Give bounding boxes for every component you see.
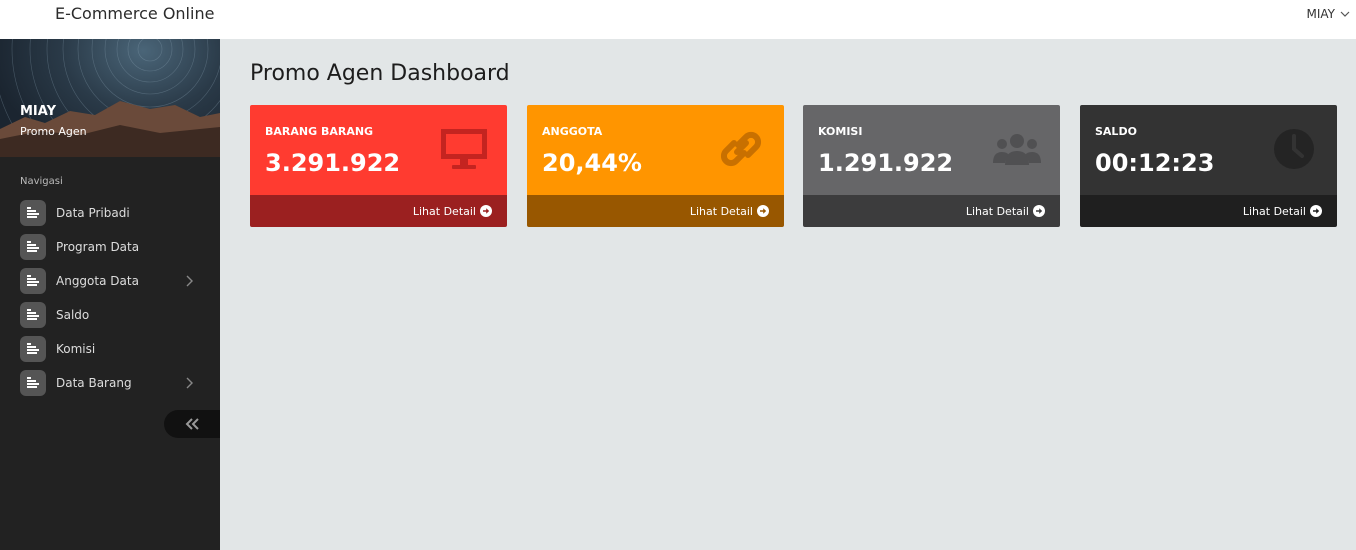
brand-title[interactable]: E-Commerce Online: [55, 4, 214, 23]
card-detail-link[interactable]: Lihat Detail: [803, 195, 1060, 227]
card-detail-link[interactable]: Lihat Detail: [527, 195, 784, 227]
list-icon: [20, 336, 46, 362]
card-label: SALDO: [1095, 125, 1137, 138]
double-chevron-left-icon: [185, 418, 199, 430]
user-menu[interactable]: MIAY: [1307, 7, 1351, 21]
sidebar-item-komisi[interactable]: Komisi: [0, 332, 220, 366]
sidebar-item-label: Komisi: [56, 342, 96, 356]
card-detail-link[interactable]: Lihat Detail: [1080, 195, 1337, 227]
profile-panel: MIAY Promo Agen: [0, 39, 220, 157]
sidebar-collapse-button[interactable]: [164, 410, 220, 438]
page-title: Promo Agen Dashboard: [250, 61, 510, 86]
list-icon: [20, 370, 46, 396]
list-icon: [20, 200, 46, 226]
arrow-circle-right-icon: [1033, 205, 1045, 217]
stat-card-anggota: ANGGOTA 20,44% Lihat Detail: [527, 105, 784, 227]
list-icon: [20, 234, 46, 260]
card-body: BARANG BARANG 3.291.922: [250, 105, 507, 195]
nav-list: Data Pribadi Program Data Anggota Data S…: [0, 196, 220, 400]
card-link-label: Lihat Detail: [965, 204, 1029, 218]
sidebar-item-label: Anggota Data: [56, 274, 139, 288]
card-value: 3.291.922: [265, 149, 401, 177]
chevron-right-icon: [186, 275, 193, 287]
profile-role: Promo Agen: [20, 125, 87, 138]
user-menu-label: MIAY: [1306, 7, 1336, 21]
card-value: 00:12:23: [1095, 149, 1215, 177]
card-body: ANGGOTA 20,44%: [527, 105, 784, 195]
card-link-label: Lihat Detail: [412, 204, 476, 218]
mountain-background: [0, 101, 220, 157]
sidebar-item-saldo[interactable]: Saldo: [0, 298, 220, 332]
sidebar-item-label: Program Data: [56, 240, 140, 254]
arrow-circle-right-icon: [757, 205, 769, 217]
sidebar-item-data-barang[interactable]: Data Barang: [0, 366, 220, 400]
users-icon: [993, 134, 1041, 165]
sidebar-item-program-data[interactable]: Program Data: [0, 230, 220, 264]
profile-name: MIAY: [20, 104, 57, 119]
sidebar-item-label: Data Barang: [56, 376, 132, 390]
card-value: 1.291.922: [818, 149, 954, 177]
sidebar-item-label: Saldo: [56, 308, 90, 322]
chevron-down-icon: [1340, 11, 1350, 17]
link-icon: [720, 131, 762, 167]
card-label: BARANG BARANG: [265, 125, 374, 138]
stat-card-komisi: KOMISI 1.291.922 Lihat Detail: [803, 105, 1060, 227]
card-value: 20,44%: [542, 149, 642, 177]
arrow-circle-right-icon: [1310, 205, 1322, 217]
stat-card-barang: BARANG BARANG 3.291.922 Lihat Detail: [250, 105, 507, 227]
monitor-icon: [441, 129, 487, 169]
card-body: SALDO 00:12:23: [1080, 105, 1337, 195]
arrow-circle-right-icon: [480, 205, 492, 217]
nav-heading: Navigasi: [20, 176, 63, 187]
chevron-right-icon: [186, 377, 193, 389]
sidebar-item-data-pribadi[interactable]: Data Pribadi: [0, 196, 220, 230]
sidebar-item-anggota-data[interactable]: Anggota Data: [0, 264, 220, 298]
list-icon: [20, 302, 46, 328]
list-icon: [20, 268, 46, 294]
card-detail-link[interactable]: Lihat Detail: [250, 195, 507, 227]
sidebar: MIAY Promo Agen Navigasi Data Pribadi Pr…: [0, 39, 220, 550]
card-label: KOMISI: [818, 125, 863, 138]
card-label: ANGGOTA: [542, 125, 603, 138]
stat-card-saldo: SALDO 00:12:23 Lihat Detail: [1080, 105, 1337, 227]
card-body: KOMISI 1.291.922: [803, 105, 1060, 195]
card-link-label: Lihat Detail: [1242, 204, 1306, 218]
top-bar: E-Commerce Online MIAY: [0, 0, 1356, 39]
card-link-label: Lihat Detail: [689, 204, 753, 218]
sidebar-item-label: Data Pribadi: [56, 206, 130, 220]
clock-icon: [1274, 129, 1314, 169]
